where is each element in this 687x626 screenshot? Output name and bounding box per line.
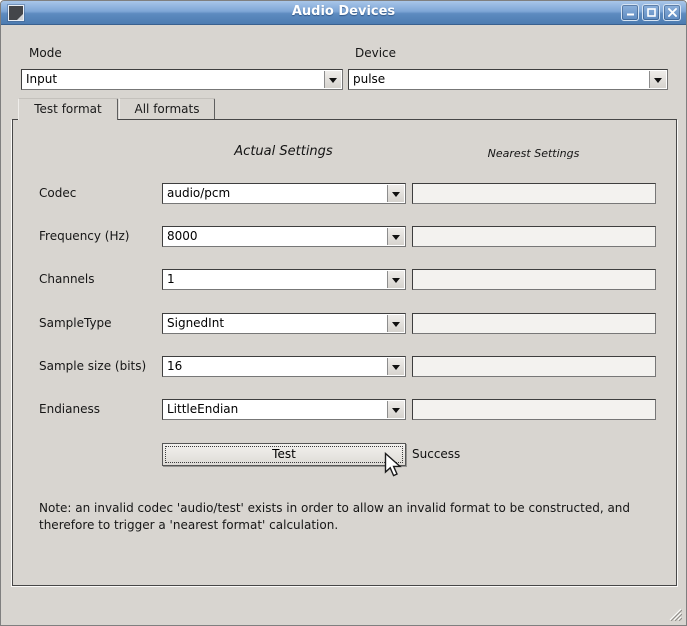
status-text: Success [412,447,460,461]
actual-settings-heading: Actual Settings [162,144,405,159]
nearest-settings-heading: Nearest Settings [412,147,655,160]
channels-nearest-field [412,269,656,290]
frequency-select-value: 8000 [167,229,383,243]
endianess-select[interactable]: LittleEndian [162,399,406,420]
sampletype-select[interactable]: SignedInt [162,313,406,334]
endianess-select-value: LittleEndian [167,402,383,416]
close-icon [668,8,677,17]
chevron-down-icon [387,401,404,418]
chevron-down-icon [387,185,404,202]
close-button[interactable] [663,4,681,21]
chevron-down-icon [387,358,404,375]
chevron-down-icon [387,228,404,245]
samplesize-select[interactable]: 16 [162,356,406,377]
samplesize-select-value: 16 [167,359,383,373]
resize-grip[interactable] [669,608,682,621]
device-label: Device [355,46,396,60]
note-text: Note: an invalid codec 'audio/test' exis… [39,500,657,534]
minimize-icon [626,8,635,17]
tab-test-format[interactable]: Test format [18,98,118,120]
chevron-down-icon [387,271,404,288]
channels-label: Channels [39,272,95,286]
tab-all-formats[interactable]: All formats [119,98,215,119]
samplesize-label: Sample size (bits) [39,359,146,373]
titlebar[interactable]: Audio Devices [1,1,686,25]
test-button[interactable]: Test [162,443,406,466]
audio-devices-window: Audio Devices Mode Input Device pulse Te… [0,0,687,626]
test-format-panel: Actual Settings Nearest Settings Codec a… [12,119,677,586]
channels-select[interactable]: 1 [162,269,406,290]
samplesize-nearest-field [412,356,656,377]
device-select-value: pulse [353,72,645,86]
sampletype-label: SampleType [39,316,112,330]
codec-nearest-field [412,183,656,204]
mode-label: Mode [29,46,62,60]
frequency-nearest-field [412,226,656,247]
maximize-button[interactable] [642,4,660,21]
endianess-label: Endianess [39,402,100,416]
sampletype-select-value: SignedInt [167,316,383,330]
window-title: Audio Devices [1,4,686,19]
maximize-icon [647,8,656,17]
chevron-down-icon [387,315,404,332]
mode-select[interactable]: Input [21,69,343,90]
frequency-label: Frequency (Hz) [39,229,130,243]
mode-select-value: Input [26,72,320,86]
frequency-select[interactable]: 8000 [162,226,406,247]
focus-rect [165,446,403,463]
chevron-down-icon [324,71,341,88]
device-select[interactable]: pulse [348,69,668,90]
channels-select-value: 1 [167,272,383,286]
chevron-down-icon [649,71,666,88]
minimize-button[interactable] [621,4,639,21]
sampletype-nearest-field [412,313,656,334]
codec-select-value: audio/pcm [167,186,383,200]
endianess-nearest-field [412,399,656,420]
codec-label: Codec [39,186,76,200]
codec-select[interactable]: audio/pcm [162,183,406,204]
